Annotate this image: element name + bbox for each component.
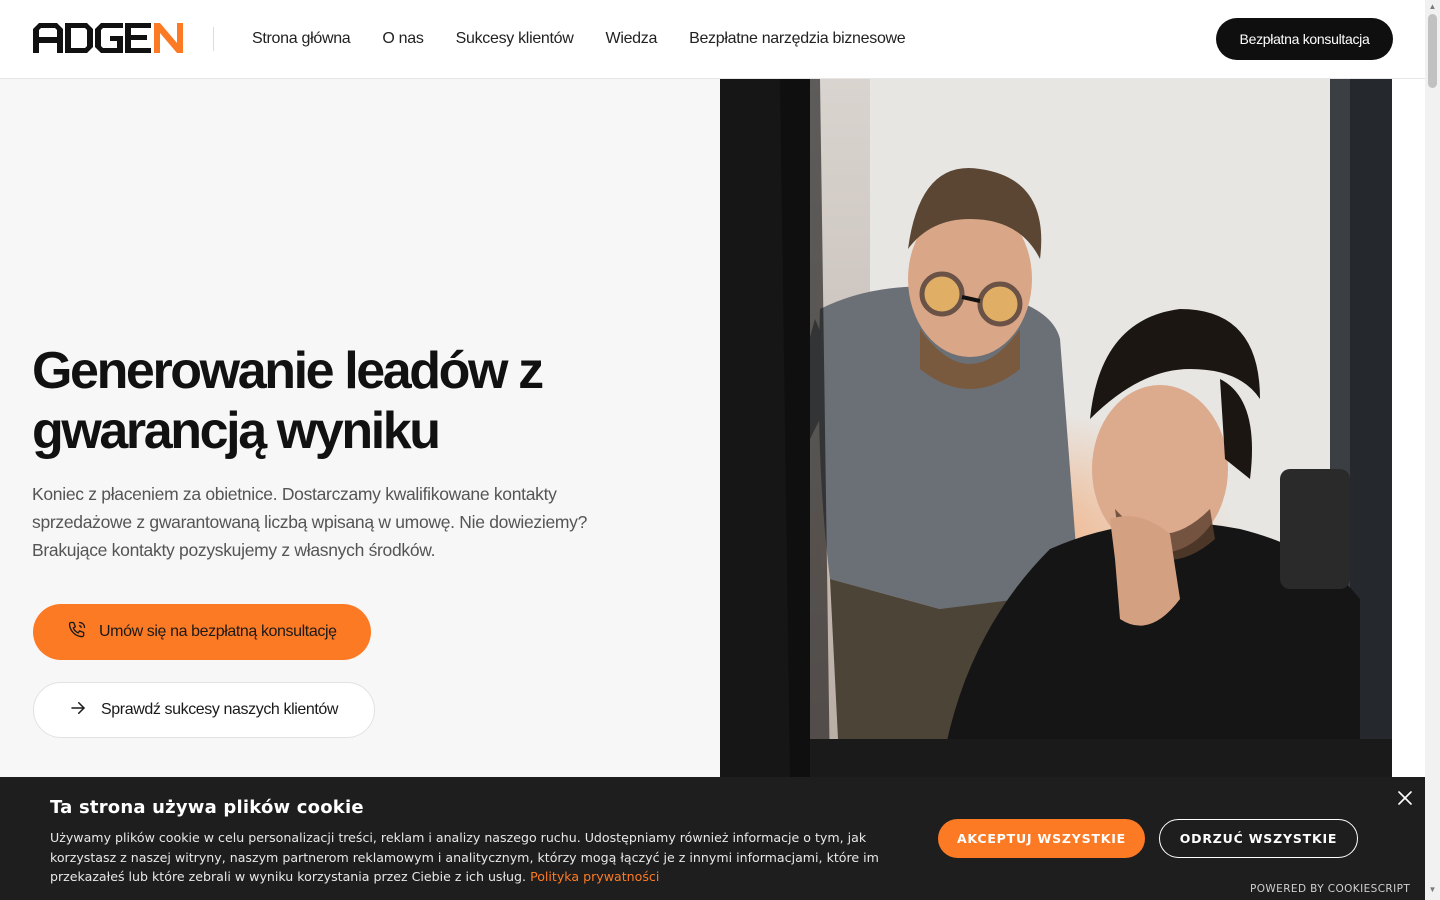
nav-item-free-tools[interactable]: Bezpłatne narzędzia biznesowe [689, 30, 906, 48]
nav-item-about[interactable]: O nas [382, 30, 424, 48]
nav-item-client-success[interactable]: Sukcesy klientów [456, 30, 574, 48]
site-header: Strona główna O nas Sukcesy klientów Wie… [0, 0, 1425, 79]
scroll-up-arrow-icon[interactable]: ▲ [1428, 3, 1437, 11]
hero-subtitle: Koniec z płaceniem za obietnice. Dostarc… [32, 484, 588, 560]
reject-all-cookies-button[interactable]: ODRZUĆ WSZYSTKIE [1159, 819, 1358, 858]
hero-photo [720, 79, 1392, 779]
page-scrollbar[interactable]: ▲ ▼ [1425, 0, 1440, 900]
cookie-banner: Ta strona używa plików cookie Używamy pl… [0, 777, 1425, 900]
phone-icon [67, 620, 87, 645]
cookie-title: Ta strona używa plików cookie [50, 797, 364, 818]
logo[interactable] [33, 22, 183, 54]
book-consultation-label: Umów się na bezpłatną konsultację [99, 623, 337, 640]
hero-title: Generowanie leadów z gwarancją wyniku [32, 341, 652, 461]
scroll-down-arrow-icon[interactable]: ▼ [1428, 886, 1437, 894]
hero-title-line-1: Generowanie leadów z [32, 342, 544, 400]
client-success-label: Sprawdź sukcesy naszych klientów [101, 701, 339, 718]
header-divider [213, 27, 214, 51]
scroll-thumb[interactable] [1428, 14, 1437, 88]
hero-title-line-2: gwarancją wyniku [32, 402, 441, 460]
book-consultation-button[interactable]: Umów się na bezpłatną konsultację [33, 604, 371, 660]
two-men-at-computer-image [720, 79, 1392, 779]
client-success-button[interactable]: Sprawdź sukcesy naszych klientów [33, 682, 375, 738]
cookie-description: Używamy plików cookie w celu personaliza… [50, 830, 879, 884]
cookie-text: Używamy plików cookie w celu personaliza… [50, 828, 890, 887]
free-consultation-button[interactable]: Bezpłatna konsultacja [1216, 18, 1393, 60]
arrow-right-icon [69, 699, 87, 722]
accept-all-cookies-button[interactable]: AKCEPTUJ WSZYSTKIE [938, 819, 1145, 858]
main-nav: Strona główna O nas Sukcesy klientów Wie… [252, 0, 906, 78]
privacy-policy-link[interactable]: Polityka prywatności [530, 869, 659, 884]
nav-item-home[interactable]: Strona główna [252, 30, 351, 48]
nav-item-knowledge[interactable]: Wiedza [606, 30, 658, 48]
adgen-logo-icon [33, 23, 183, 53]
powered-by-cookiescript[interactable]: POWERED BY COOKIESCRIPT [1250, 883, 1410, 895]
close-icon[interactable] [1396, 789, 1414, 807]
